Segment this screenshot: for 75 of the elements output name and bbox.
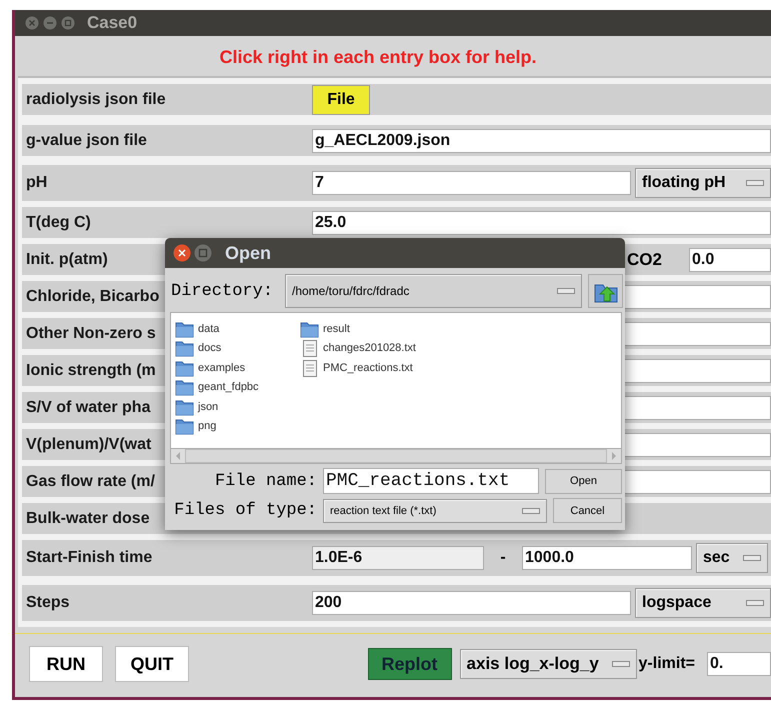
y-limit-label: y-limit=	[638, 655, 695, 673]
field-label: CO2	[627, 250, 663, 270]
close-icon	[173, 244, 191, 262]
dropdown-indicator-icon	[612, 661, 630, 667]
field-label: Other Non-zero s	[26, 324, 156, 342]
field-label: Start-Finish time	[26, 549, 152, 566]
dropdown-menu[interactable]: logspace	[635, 588, 771, 618]
input-field[interactable]: 0.0	[689, 248, 771, 272]
dropdown-menu[interactable]: reaction text file (*.txt)	[323, 498, 547, 522]
folder-icon	[300, 320, 319, 338]
run-button[interactable]: RUN	[29, 646, 103, 682]
directory-label: Directory:	[171, 282, 274, 300]
input-field[interactable]: 200	[312, 591, 631, 615]
dropdown-indicator-icon	[522, 508, 540, 514]
folder-icon	[175, 378, 194, 396]
dropdown-indicator-icon	[557, 288, 575, 294]
maximize-icon	[61, 16, 75, 30]
replot-button[interactable]: Replot	[368, 648, 452, 680]
input-field[interactable]: 0.	[707, 652, 771, 676]
file-name-label: File name:	[214, 472, 317, 490]
field-label: pH	[26, 174, 48, 191]
input-field[interactable]: PMC_reactions.txt	[323, 468, 539, 494]
field-label: Chloride, Bicarbo	[26, 288, 160, 304]
field-label: V(plenum)/V(wat	[26, 436, 152, 452]
quit-button[interactable]: QUIT	[115, 646, 189, 682]
input-field[interactable]: 1.0E-6	[312, 546, 484, 570]
minimize-icon	[43, 16, 57, 30]
field-label: T(deg C)	[26, 214, 91, 230]
dropdown-indicator-icon	[743, 555, 761, 561]
field-label: radiolysis json file	[26, 90, 166, 108]
file-item[interactable]: docs	[175, 338, 222, 358]
folder-icon	[175, 339, 194, 358]
folder-icon	[175, 398, 194, 416]
field-label: g-value json file	[26, 132, 147, 148]
file-item[interactable]: geant_fdpbc	[175, 378, 259, 397]
file-item[interactable]: PMC_reactions.txt	[300, 358, 413, 378]
field-label: Bulk-water dose	[26, 510, 150, 526]
file-item[interactable]: changes201028.txt	[300, 338, 416, 358]
open-button[interactable]: Open	[545, 468, 622, 494]
window-title: Case0	[87, 13, 138, 33]
field-label: Init. p(atm)	[26, 250, 108, 268]
file-item[interactable]: png	[175, 416, 216, 436]
field-label: Gas flow rate (m/	[26, 472, 155, 490]
folder-icon	[175, 358, 194, 377]
dropdown-indicator-icon	[746, 600, 764, 606]
input-field[interactable]: g_AECL2009.json	[312, 128, 771, 152]
document-icon	[300, 358, 319, 377]
folder-icon	[175, 320, 194, 338]
field-label: Ionic strength (m	[26, 362, 156, 378]
dropdown-menu[interactable]: /home/toru/fdrc/fdradc	[285, 274, 582, 308]
dropdown-menu[interactable]: sec	[696, 543, 768, 573]
input-field[interactable]: 7	[312, 171, 631, 195]
file-item[interactable]: data	[175, 319, 220, 338]
dialog-title: Open	[225, 242, 272, 264]
range-separator: -	[499, 549, 507, 567]
dropdown-menu[interactable]: floating pH	[635, 168, 771, 198]
document-icon	[300, 339, 319, 358]
close-icon	[25, 16, 39, 30]
field-label: S/V of water pha	[26, 398, 150, 416]
file-item[interactable]: json	[175, 397, 218, 416]
folder-icon	[175, 417, 194, 436]
maximize-icon	[194, 244, 212, 262]
input-field[interactable]: 1000.0	[522, 546, 692, 570]
dropdown-menu[interactable]: axis log_x-log_y	[460, 649, 637, 679]
up-folder-button[interactable]	[588, 274, 623, 308]
field-label: Steps	[26, 594, 70, 611]
cancel-button[interactable]: Cancel	[553, 498, 622, 523]
horizontal-scrollbar[interactable]	[171, 448, 621, 463]
help-text: Click right in each entry box for help.	[218, 46, 538, 69]
file-button[interactable]: File	[312, 84, 370, 114]
file-type-label: Files of type:	[173, 501, 317, 520]
file-item[interactable]: examples	[175, 358, 246, 378]
file-item[interactable]: result	[300, 319, 350, 338]
dropdown-indicator-icon	[746, 180, 764, 186]
input-field[interactable]: 25.0	[312, 210, 771, 234]
